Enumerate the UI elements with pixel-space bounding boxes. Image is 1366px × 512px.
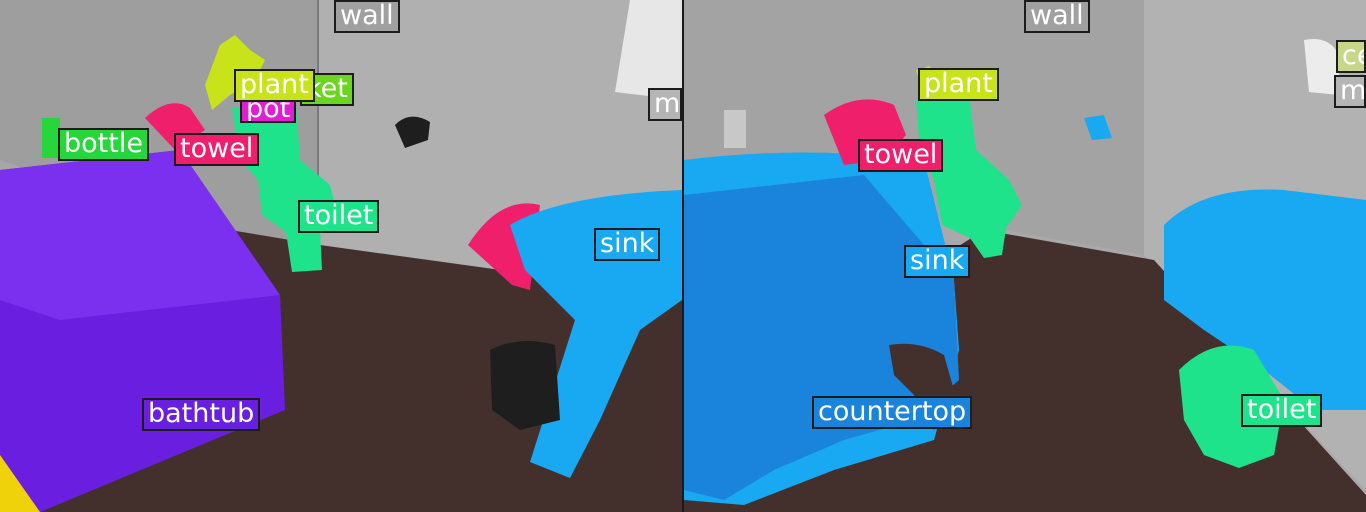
plant-label: plant [234,69,315,102]
wall-label: wall [334,0,400,33]
towel-label: towel [858,139,944,172]
ceiling-label: ce [1336,40,1366,73]
sink-label: sink [904,245,971,278]
countertop-label: countertop [812,396,973,429]
left-panel: wall ket pot plant bottle towel toilet s… [0,0,682,512]
sink-label: sink [594,228,661,261]
toilet-label: toilet [298,200,380,233]
wall-label: wall [1024,0,1090,33]
mirror-label: m [1334,75,1366,108]
right-scene [684,0,1366,512]
plant-label: plant [918,68,999,101]
segmentation-comparison: wall ket pot plant bottle towel toilet s… [0,0,1366,512]
towel-label: towel [174,133,260,166]
bottle-label: bottle [58,128,149,161]
toilet-label: toilet [1241,394,1323,427]
right-panel: wall plant towel sink countertop toilet … [684,0,1366,512]
mirror-label: m [648,88,682,121]
bathtub-label: bathtub [142,398,261,431]
bottle [724,110,746,148]
